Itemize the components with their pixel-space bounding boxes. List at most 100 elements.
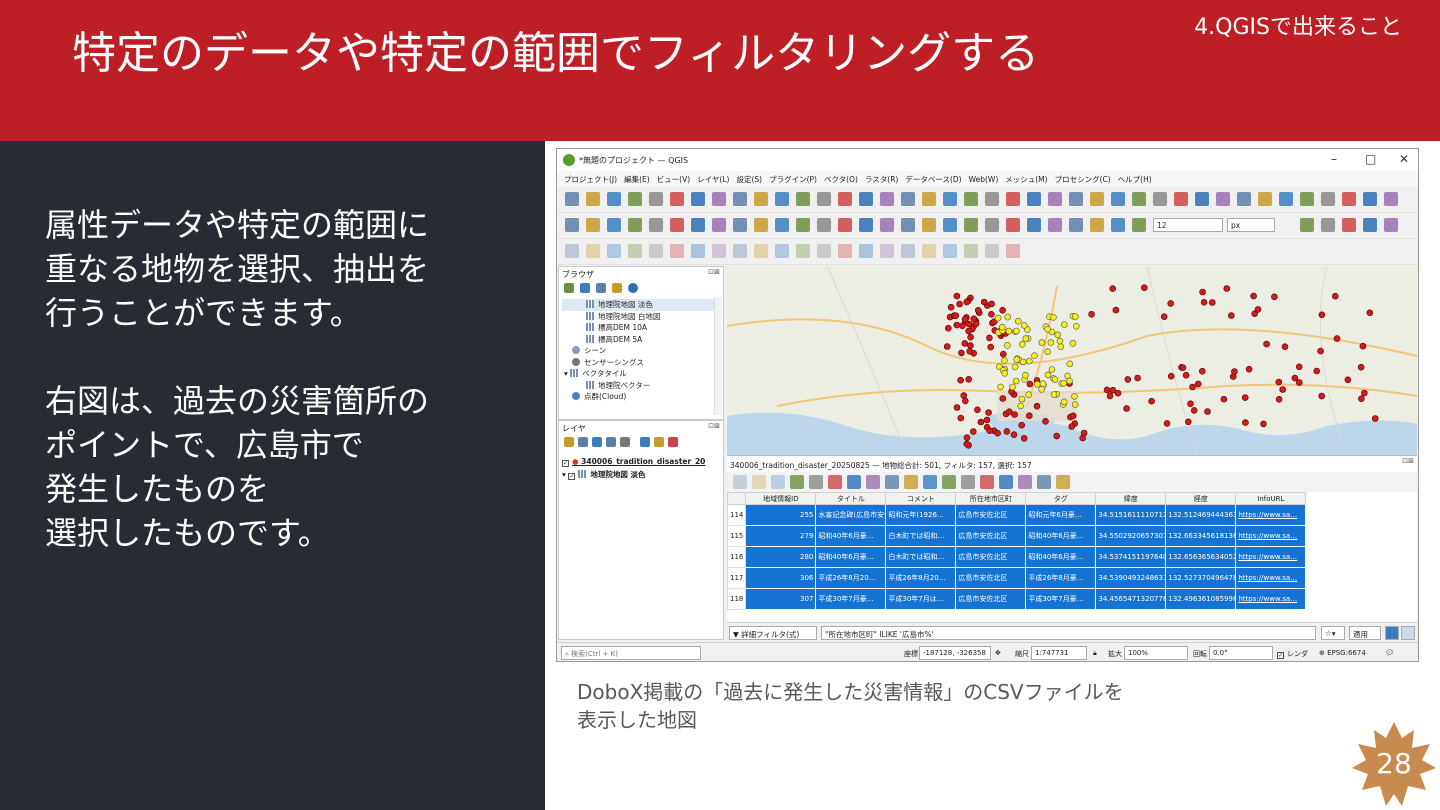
new-project-icon[interactable]: [817, 218, 831, 232]
save-icon[interactable]: [607, 244, 621, 258]
expand-all-icon[interactable]: [640, 437, 650, 447]
table-cell[interactable]: 132.512469444363: [1165, 504, 1237, 526]
layer-item-disaster[interactable]: ✓ ● 340006_tradition_disaster_20: [562, 457, 705, 467]
zoom-out-icon[interactable]: [670, 244, 684, 258]
table-cell[interactable]: 307: [745, 588, 817, 610]
measure-icon[interactable]: [1279, 192, 1293, 206]
layout-icon[interactable]: [880, 244, 894, 258]
attribute-table[interactable]: 地域情報ID タイトル コメント 所在地市区町 タグ 緯度 経度 InfoURL…: [726, 492, 1307, 610]
zoom-out-icon[interactable]: [670, 192, 684, 206]
table-cell[interactable]: 34.5502920657307: [1095, 525, 1167, 547]
panel-close-icon[interactable]: ⊡⊠: [1402, 457, 1414, 465]
browser-item[interactable]: ▾ ベクタタイル: [562, 368, 714, 380]
identify-icon[interactable]: [1006, 218, 1020, 232]
select-icon[interactable]: [733, 244, 747, 258]
table-cell[interactable]: 平成30年7月豪…: [815, 588, 887, 610]
browser-item[interactable]: 点群(Cloud): [562, 391, 714, 403]
attribute-tool-icon[interactable]: [828, 475, 842, 489]
table-row[interactable]: 115 279 昭和40年6月豪… 白木町では昭和… 広島市安佐北区 昭和40年6月豪… 3…: [726, 525, 1307, 547]
attribute-tool-icon[interactable]: [1056, 475, 1070, 489]
font-size-spinbox[interactable]: 12: [1153, 218, 1223, 232]
zoom-in-icon[interactable]: [901, 192, 915, 206]
table-cell[interactable]: https://www.sa…: [1235, 504, 1307, 526]
select-icon[interactable]: [985, 244, 999, 258]
row-number[interactable]: 118: [726, 588, 747, 610]
new-project-icon[interactable]: [817, 244, 831, 258]
save-icon[interactable]: [1111, 192, 1125, 206]
maximize-icon[interactable]: □: [1365, 152, 1376, 166]
font-unit-select[interactable]: px: [1227, 218, 1275, 232]
save-icon[interactable]: [1363, 192, 1377, 206]
clock-icon[interactable]: [796, 192, 810, 206]
locator-search-input[interactable]: ⌕ 検索(Ctrl + K): [561, 646, 701, 660]
table-row[interactable]: 114255水害記念碑(広島市安佐北区可部)昭和元年(1926…広島市安佐北区昭…: [726, 504, 1307, 526]
attribute-tool-icon[interactable]: [752, 475, 766, 489]
table-cell[interactable]: 280: [745, 546, 817, 568]
table-cell[interactable]: 平成26年8月豪…: [1025, 567, 1097, 589]
table-cell[interactable]: 平成26年8月20…: [815, 567, 887, 589]
column-header[interactable]: コメント: [885, 492, 957, 505]
new-project-icon[interactable]: [565, 192, 579, 206]
zoom-out-icon[interactable]: [670, 218, 684, 232]
table-cell[interactable]: 昭和40年6月豪…: [1025, 525, 1097, 547]
new-project-icon[interactable]: [1069, 218, 1083, 232]
collapse-icon[interactable]: [612, 283, 622, 293]
table-cell[interactable]: 132.656365634052: [1165, 546, 1237, 568]
coordinate-toggle-icon[interactable]: ✥: [995, 649, 1001, 657]
identify-icon[interactable]: [1006, 192, 1020, 206]
new-project-icon[interactable]: [1321, 192, 1335, 206]
open-icon[interactable]: [1090, 192, 1104, 206]
refresh-icon[interactable]: [712, 218, 726, 232]
table-view-icon[interactable]: [1401, 626, 1415, 640]
layout-icon[interactable]: [1132, 192, 1146, 206]
zoom-in-icon[interactable]: [1153, 192, 1167, 206]
browser-scrollbar[interactable]: [714, 297, 722, 415]
pan-icon[interactable]: [691, 244, 705, 258]
save-icon[interactable]: [859, 192, 873, 206]
clock-icon[interactable]: [1300, 192, 1314, 206]
pan-icon[interactable]: [943, 244, 957, 258]
layout-icon[interactable]: [880, 192, 894, 206]
table-row[interactable]: 118 307 平成30年7月豪… 平成30年7月は… 広島市安佐北区 平成30年7月豪……: [726, 588, 1307, 610]
layout-icon[interactable]: [1132, 218, 1146, 232]
attribute-tool-icon[interactable]: [885, 475, 899, 489]
menu-plugins[interactable]: プラグイン(P): [762, 171, 817, 185]
zoom-in-icon[interactable]: [901, 218, 915, 232]
refresh-icon[interactable]: [964, 218, 978, 232]
browser-item[interactable]: シーン: [562, 345, 714, 357]
table-cell[interactable]: 平成30年7月は…: [885, 588, 957, 610]
clock-icon[interactable]: [1048, 192, 1062, 206]
zoom-in-icon[interactable]: [649, 244, 663, 258]
measure-icon[interactable]: [1027, 192, 1041, 206]
zoom-out-icon[interactable]: [922, 244, 936, 258]
attribute-tool-icon[interactable]: [999, 475, 1013, 489]
open-icon[interactable]: [838, 218, 852, 232]
menu-database[interactable]: データベース(D): [898, 171, 961, 185]
refresh-icon[interactable]: [580, 283, 590, 293]
magnifier-field[interactable]: 100%: [1124, 646, 1188, 660]
column-header[interactable]: タグ: [1025, 492, 1097, 505]
attribute-tool-icon[interactable]: [847, 475, 861, 489]
map-canvas[interactable]: [727, 266, 1417, 455]
map-svg[interactable]: [727, 266, 1417, 455]
menu-vector[interactable]: ベクタ(O): [817, 171, 858, 185]
row-number[interactable]: 114: [726, 504, 747, 526]
layout-icon[interactable]: [628, 244, 642, 258]
filter-mode-select[interactable]: ▼ 詳細フィルタ(式): [729, 626, 817, 640]
table-cell[interactable]: 白木町では昭和…: [885, 546, 957, 568]
select-icon[interactable]: [1237, 192, 1251, 206]
select-icon[interactable]: [985, 192, 999, 206]
layer-item-basemap[interactable]: ▾ ✓ 地理院地図 淡色: [562, 469, 646, 480]
menu-edit[interactable]: 編集(E): [617, 171, 650, 185]
menu-help[interactable]: ヘルプ(H): [1111, 171, 1152, 185]
add-group-icon[interactable]: [578, 437, 588, 447]
column-header[interactable]: タイトル: [815, 492, 887, 505]
identify-icon[interactable]: [754, 192, 768, 206]
table-cell[interactable]: 広島市安佐北区: [955, 567, 1027, 589]
render-checkbox[interactable]: ✓ レンダ: [1277, 649, 1308, 659]
attribute-tool-icon[interactable]: [771, 475, 785, 489]
pan-icon[interactable]: [1195, 192, 1209, 206]
table-cell[interactable]: 昭和元年6月豪…: [1025, 504, 1097, 526]
layout-icon[interactable]: [628, 192, 642, 206]
favorite-icon[interactable]: ☆▾: [1321, 626, 1345, 640]
